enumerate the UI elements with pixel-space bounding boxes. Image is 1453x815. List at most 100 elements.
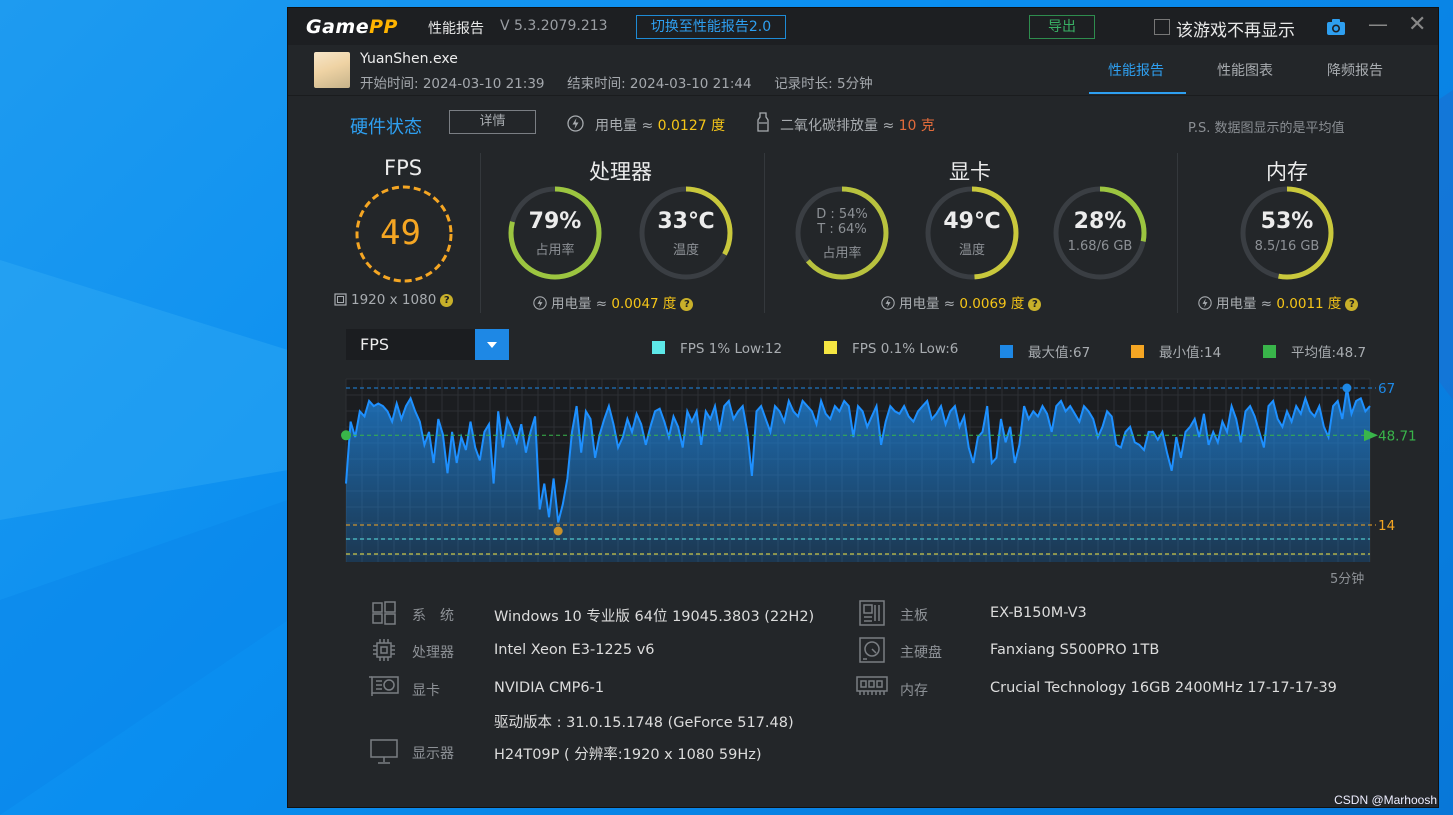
minimize-icon[interactable]: —: [1368, 12, 1388, 36]
memory-icon: [856, 676, 888, 695]
gpu-temp-gauge: 49℃ 温度: [925, 186, 1019, 280]
title-bar: GamePP 性能报告 V 5.3.2079.213 切换至性能报告2.0 导出…: [288, 8, 1438, 45]
cpu-icon: [373, 639, 395, 661]
hardware-status-title: 硬件状态: [350, 117, 422, 138]
os-value: Windows 10 专业版 64位 19045.3803 (22H2): [494, 609, 815, 625]
power-icon: [1198, 296, 1212, 310]
close-icon[interactable]: ✕: [1408, 12, 1426, 37]
total-power-value: 0.0127 度: [657, 118, 726, 134]
switch-report-2-button[interactable]: 切换至性能报告2.0: [636, 15, 786, 39]
help-icon[interactable]: ?: [1345, 298, 1359, 311]
gamepp-window: GamePP 性能报告 V 5.3.2079.213 切换至性能报告2.0 导出…: [288, 8, 1438, 807]
total-power: 用电量 ≈ 0.0127 度: [595, 118, 726, 134]
start-time: 开始时间: 2024-03-10 21:39: [360, 76, 545, 92]
cpu-usage-label: 占用率: [535, 243, 575, 258]
average-arrow-icon: [1364, 429, 1378, 442]
average-note: P.S. 数据图显示的是平均值: [1188, 121, 1345, 136]
gpu-vram-value: 28%: [1073, 209, 1127, 234]
export-button[interactable]: 导出: [1029, 15, 1095, 39]
hide-game-checkbox[interactable]: [1154, 19, 1170, 35]
gpu-vram-label: 1.68/6 GB: [1067, 239, 1133, 254]
end-time: 结束时间: 2024-03-10 21:44: [567, 76, 752, 92]
help-icon[interactable]: ?: [1028, 298, 1042, 311]
power-icon: [881, 296, 895, 310]
header-divider: [288, 95, 1438, 96]
power-icon: [567, 115, 584, 132]
motherboard-value: EX-B150M-V3: [990, 605, 1087, 621]
memory-label: 8.5/16 GB: [1254, 239, 1320, 254]
gpu-usage-label: 占用率: [822, 246, 862, 261]
legend-average: 平均值:48.7: [1263, 341, 1366, 361]
version-label: V 5.3.2079.213: [500, 18, 608, 34]
gpu-d-usage: D : 54%: [816, 207, 868, 222]
fps-value: 49: [380, 213, 421, 253]
min-marker: [553, 526, 563, 536]
memory-title: 内存: [1266, 160, 1308, 184]
cpu-title: 处理器: [589, 160, 652, 184]
session-times: 开始时间: 2024-03-10 21:39 结束时间: 2024-03-10 …: [360, 72, 873, 92]
cpu-temp-gauge: 33℃ 温度: [639, 186, 733, 280]
help-icon[interactable]: ?: [440, 294, 454, 307]
panel-divider: [1177, 153, 1178, 313]
gpu-t-usage: T : 64%: [817, 222, 867, 237]
metric-select[interactable]: FPS: [346, 329, 509, 360]
memory-value: 53%: [1260, 209, 1314, 234]
resolution: 1920 x 1080?: [334, 292, 454, 308]
tab-throttle-report[interactable]: 降频报告: [1327, 60, 1383, 80]
memory-power: 用电量 ≈ 0.0011 度?: [1198, 292, 1359, 312]
cpu-value: Intel Xeon E3-1225 v6: [494, 642, 655, 658]
app-title: 性能报告: [428, 21, 484, 37]
gpu-temp-value: 49℃: [943, 209, 1001, 234]
detail-button[interactable]: 详情: [449, 110, 536, 134]
cpu-usage-gauge: 79% 占用率: [508, 186, 602, 280]
max-marker: [1342, 383, 1352, 393]
tab-performance-report[interactable]: 性能报告: [1108, 60, 1164, 80]
gpu-power: 用电量 ≈ 0.0069 度?: [881, 292, 1042, 312]
cpu-temp-label: 温度: [672, 243, 699, 258]
help-icon[interactable]: ?: [680, 298, 694, 311]
panel-divider: [480, 153, 481, 313]
memory-value: Crucial Technology 16GB 2400MHz 17-17-17…: [990, 680, 1337, 696]
chevron-down-icon: [487, 342, 497, 348]
average-start-marker: [341, 430, 351, 441]
legend-1pct-low: FPS 1% Low:12: [652, 341, 782, 357]
duration: 记录时长: 5分钟: [774, 76, 873, 92]
metric-select-value: FPS: [360, 335, 390, 354]
os-label: 系 统: [412, 608, 454, 624]
camera-icon[interactable]: [1326, 18, 1346, 36]
motherboard-label: 主板: [900, 608, 928, 624]
windows-icon: [372, 601, 396, 625]
watermark: CSDN @Marhoosh: [1334, 793, 1437, 807]
gpu-label: 显卡: [412, 683, 440, 699]
gamepp-logo: GamePP: [306, 16, 398, 38]
fps-chart: 67 48.71 14: [341, 378, 1417, 562]
co2-emission: 二氧化碳排放量 ≈ 10 克: [780, 118, 935, 134]
tab-performance-charts[interactable]: 性能图表: [1217, 60, 1273, 80]
cpu-power: 用电量 ≈ 0.0047 度?: [533, 292, 694, 312]
gpu-temp-label: 温度: [958, 243, 985, 258]
process-name: YuanShen.exe: [360, 51, 458, 67]
disk-value: Fanxiang S500PRO 1TB: [990, 642, 1160, 658]
legend-min: 最小值:14: [1131, 341, 1221, 361]
gpu-usage-gauge: D : 54% T : 64% 占用率: [795, 186, 889, 280]
hard-disk-icon: [859, 637, 885, 663]
memory-gauge: 53% 8.5/16 GB: [1240, 186, 1334, 280]
monitor-small-icon: [334, 293, 347, 306]
metric-select-arrow[interactable]: [475, 329, 509, 360]
max-value-label: 67: [1378, 381, 1395, 397]
panel-divider: [764, 153, 765, 313]
monitor-value: H24T09P ( 分辨率:1920 x 1080 59Hz): [494, 747, 762, 763]
gpu-title: 显卡: [949, 160, 991, 184]
fps-title: FPS: [384, 156, 423, 180]
cpu-label: 处理器: [412, 645, 454, 661]
gpu-icon: [369, 676, 399, 696]
gpu-vram-gauge: 28% 1.68/6 GB: [1053, 186, 1147, 280]
disk-label: 主硬盘: [900, 645, 942, 661]
x-axis-duration: 5分钟: [1330, 572, 1365, 587]
motherboard-icon: [859, 600, 885, 626]
legend-0-1pct-low: FPS 0.1% Low:6: [824, 341, 958, 357]
average-value-label: 48.71: [1378, 428, 1417, 444]
cpu-temp-value: 33℃: [657, 209, 715, 234]
cpu-usage-value: 79%: [528, 209, 582, 234]
memory-label: 内存: [900, 683, 928, 699]
